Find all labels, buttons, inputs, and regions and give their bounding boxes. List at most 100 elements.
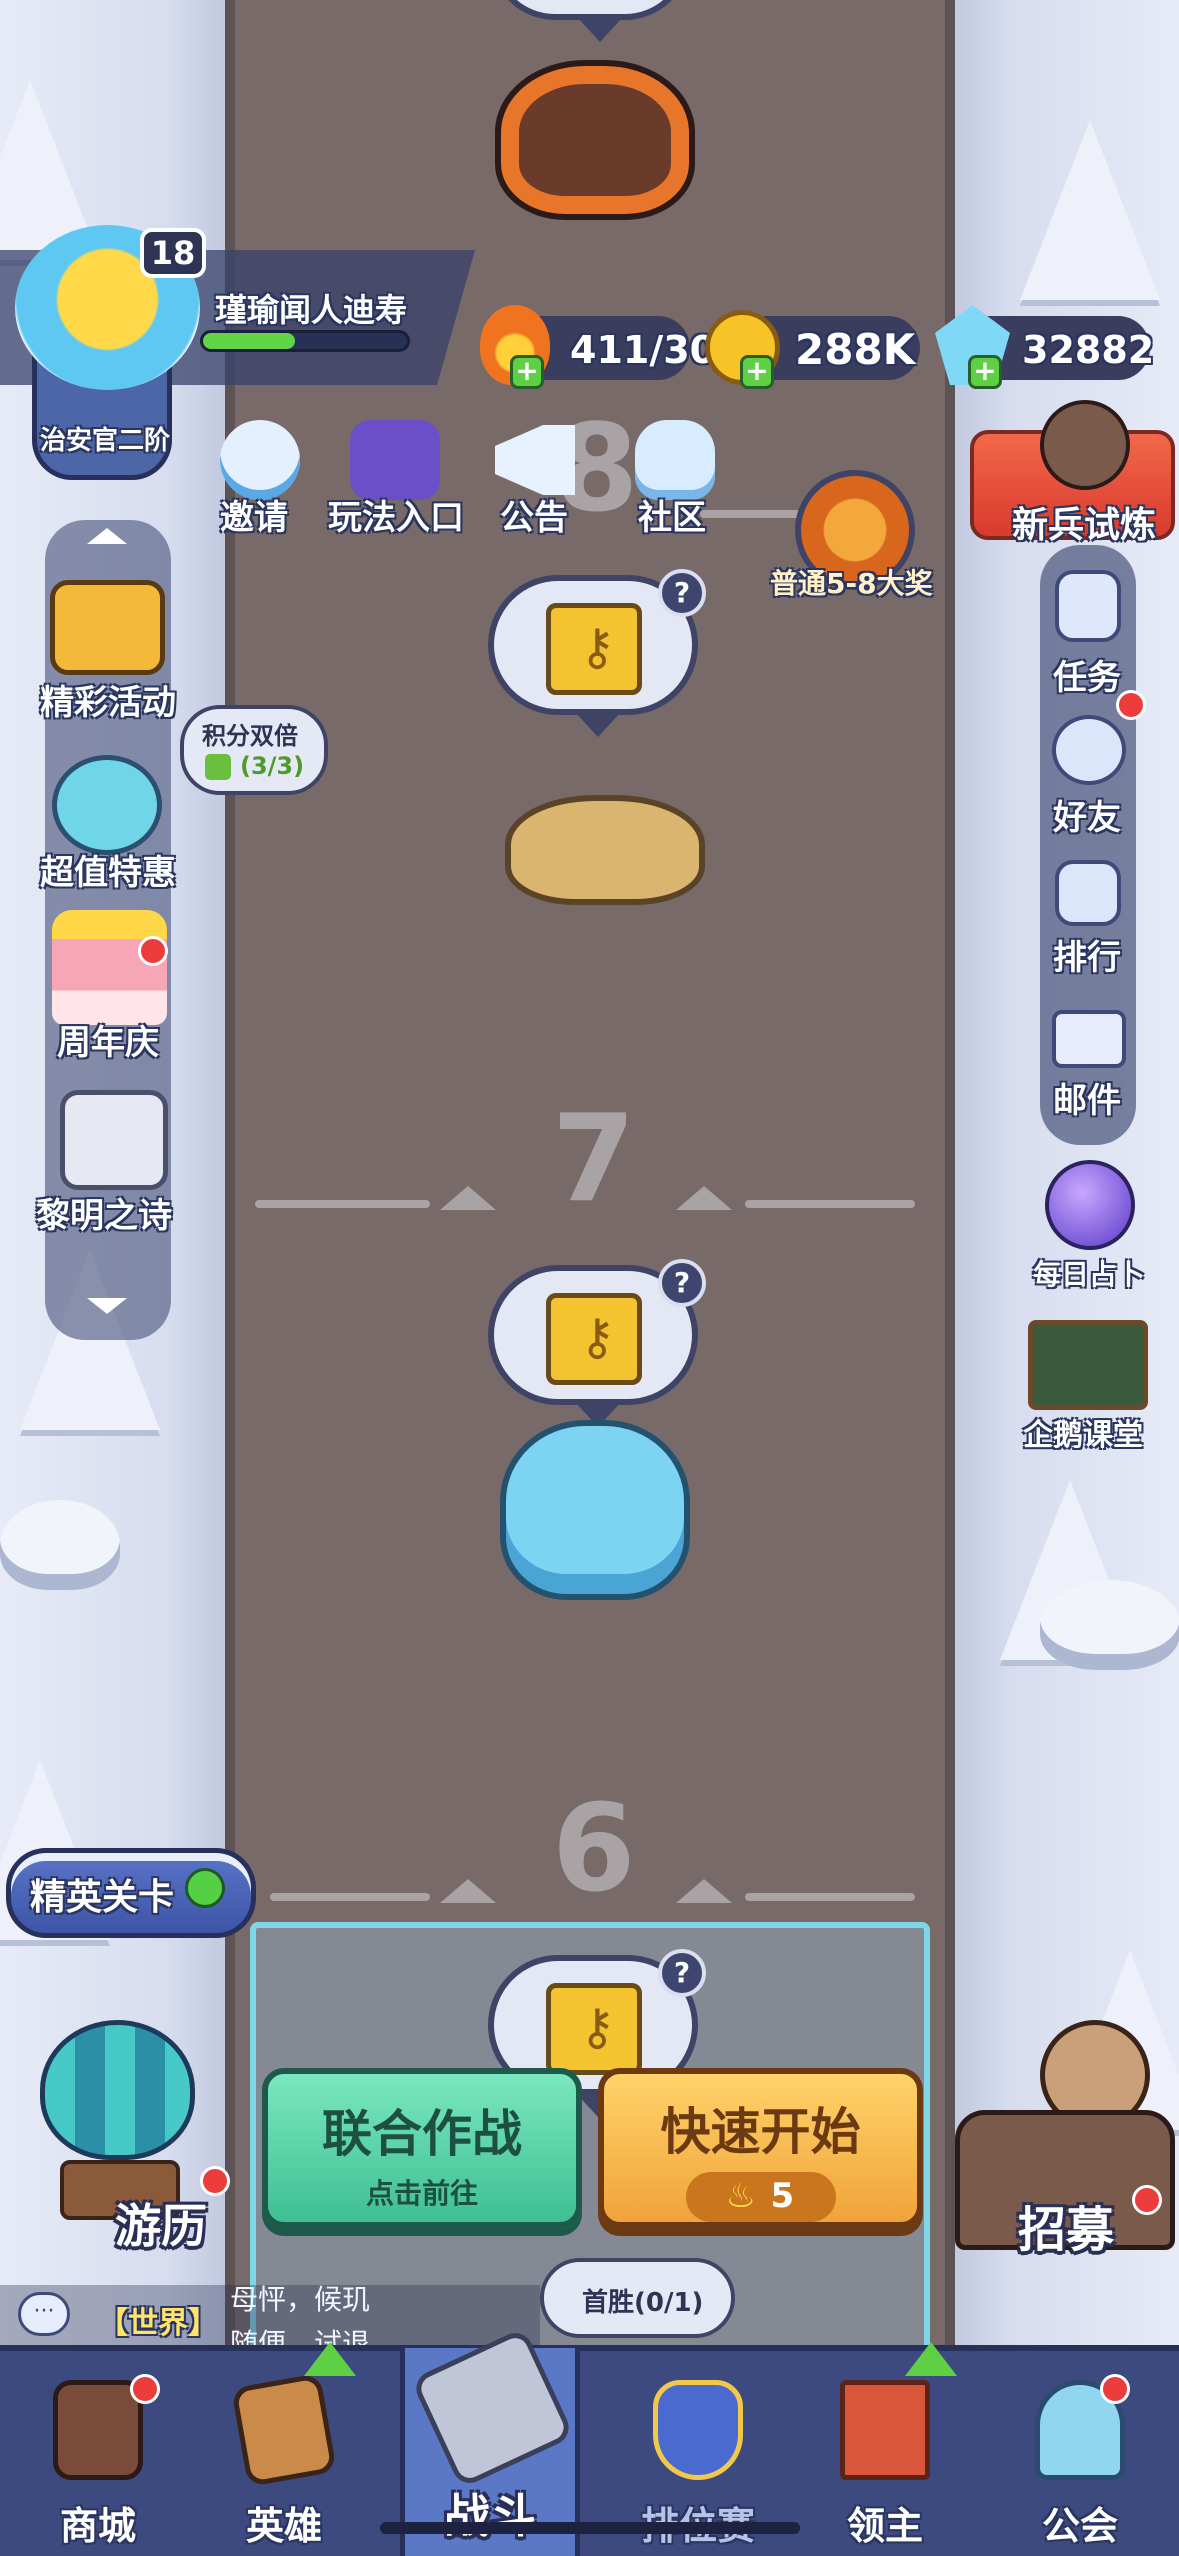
travel-label[interactable]: 游历 xyxy=(115,2190,207,2256)
events-label[interactable]: 精彩活动 xyxy=(8,675,208,724)
question-icon[interactable]: ? xyxy=(658,1949,706,1997)
stage-divider-right xyxy=(745,1200,915,1208)
gameplay-entry-label[interactable]: 玩法入口 xyxy=(328,490,464,539)
anniversary-label[interactable]: 周年庆 xyxy=(8,1015,208,1064)
community-label[interactable]: 社区 xyxy=(638,490,706,539)
shop-stall-icon xyxy=(53,2380,143,2480)
task-clipboard-icon[interactable] xyxy=(1055,570,1121,642)
key-reward-icon: ⚷ xyxy=(546,1983,642,2075)
sabertooth-monster[interactable] xyxy=(505,795,705,905)
reward-bubble[interactable]: ⚷ ? xyxy=(488,569,706,737)
player-name: 瑾瑜闻人迪寿 xyxy=(215,291,408,329)
stopwatch-icon[interactable] xyxy=(52,755,162,855)
community-icon[interactable] xyxy=(635,420,715,500)
add-stamina-button[interactable]: + xyxy=(510,355,544,389)
notification-dot xyxy=(138,936,168,966)
rank-title: 治安官二阶 xyxy=(39,426,170,456)
double-points-title: 积分双倍 xyxy=(202,722,298,750)
dawn-poem-label[interactable]: 黎明之诗 xyxy=(4,1188,204,1237)
scroll-down-icon[interactable] xyxy=(87,1298,127,1314)
stage-number: 6 xyxy=(552,1780,636,1919)
nav-lord-label: 领主 xyxy=(846,2504,923,2548)
mail-envelope-icon[interactable] xyxy=(1052,1010,1126,1068)
double-points-count: (3/3) xyxy=(240,752,305,780)
snowy-tree xyxy=(1020,120,1160,300)
ranking-podium-icon[interactable] xyxy=(1055,860,1121,926)
snow-rock xyxy=(0,1500,120,1590)
quick-start-cost: 5 xyxy=(770,2176,795,2216)
nav-shop-label: 商城 xyxy=(59,2504,136,2548)
stage-divider-left xyxy=(255,1200,430,1208)
treasure-chest-icon[interactable] xyxy=(50,580,165,675)
stamina-value: 411/30 xyxy=(570,328,717,372)
ice-golem-monster[interactable] xyxy=(500,1420,690,1600)
snow-rock xyxy=(1040,1580,1179,1670)
friends-icon[interactable] xyxy=(1052,715,1126,785)
tasks-label[interactable]: 任务 xyxy=(1053,650,1121,699)
flame-icon: ♨ xyxy=(725,2176,756,2216)
friends-label[interactable]: 好友 xyxy=(1053,790,1121,839)
upgrade-arrow-icon xyxy=(304,2342,356,2376)
coop-battle-button[interactable]: 联合作战 点击前往 xyxy=(262,2068,582,2228)
chat-message-line: 母怦，候玑 xyxy=(230,2283,371,2316)
player-level-badge: 18 xyxy=(140,228,206,278)
key-reward-icon: ⚷ xyxy=(546,603,642,695)
mail-label[interactable]: 邮件 xyxy=(1053,1073,1121,1122)
nav-guild-label: 公会 xyxy=(1041,2504,1118,2548)
stage-reward-label[interactable]: 普通5-8大奖 xyxy=(770,562,933,602)
nav-battle-label: 战斗 xyxy=(444,2489,536,2543)
lava-golem-monster[interactable] xyxy=(495,60,695,220)
quick-start-cost-pill: ♨ 5 xyxy=(685,2172,836,2222)
nav-shop[interactable]: 商城 xyxy=(18,2370,178,2550)
gamepad-icon[interactable] xyxy=(350,420,440,500)
rookie-trial-label[interactable]: 新兵试炼 xyxy=(1012,496,1156,548)
question-icon[interactable]: ? xyxy=(658,1259,706,1307)
building-icon[interactable] xyxy=(60,1090,168,1190)
notification-dot xyxy=(130,2374,160,2404)
ranking-label[interactable]: 排行 xyxy=(1053,930,1121,979)
key-reward-icon: ⚷ xyxy=(546,1293,642,1385)
hot-air-balloon-icon[interactable] xyxy=(40,2020,195,2160)
penguin-class-label[interactable]: 企鹅课堂 xyxy=(1023,1410,1143,1454)
nav-lord[interactable]: 领主 xyxy=(805,2342,965,2550)
coop-battle-subtitle: 点击前往 xyxy=(365,2177,478,2210)
nav-guild[interactable]: 公会 xyxy=(1000,2370,1160,2550)
chat-channel[interactable]: 【世界】 xyxy=(98,2298,218,2342)
coop-battle-title: 联合作战 xyxy=(322,2105,522,2163)
stage-divider-peak xyxy=(676,1186,732,1210)
daily-fortune-label[interactable]: 每日占卜 xyxy=(1033,1253,1145,1293)
reward-bubble[interactable]: ⚷ ? xyxy=(488,1259,706,1427)
nav-battle[interactable]: 战斗 xyxy=(410,2327,575,2543)
gold-value: 288K xyxy=(795,325,916,374)
xp-bar-fill xyxy=(203,333,295,349)
quick-start-button[interactable]: 快速开始 ♨ 5 xyxy=(598,2068,923,2228)
recruit-label[interactable]: 招募 xyxy=(1018,2190,1114,2260)
stage-divider xyxy=(700,510,800,518)
lord-banner-icon xyxy=(840,2380,930,2480)
crossed-weapons-icon xyxy=(410,2327,575,2489)
first-win-label: 首胜(0/1) xyxy=(582,2288,704,2318)
stage-divider-right xyxy=(745,1893,915,1901)
question-icon[interactable]: ? xyxy=(658,569,706,617)
gems-value: 32882 xyxy=(1022,328,1155,372)
quick-start-title: 快速开始 xyxy=(660,2103,861,2161)
stage-divider-peak xyxy=(440,1879,496,1903)
nav-heroes[interactable]: 英雄 xyxy=(204,2342,364,2550)
crystal-ball-icon[interactable] xyxy=(1045,1160,1135,1250)
chat-icon[interactable]: ··· xyxy=(18,2292,70,2336)
scroll-up-icon[interactable] xyxy=(87,528,127,544)
deals-label[interactable]: 超值特惠 xyxy=(8,845,208,894)
refresh-icon[interactable] xyxy=(185,1868,225,1908)
add-gems-button[interactable]: + xyxy=(968,355,1002,389)
anniversary-cake-icon[interactable] xyxy=(52,910,167,1025)
notice-label[interactable]: 公告 xyxy=(500,490,568,539)
snowman-invite-icon[interactable] xyxy=(220,420,300,500)
ticket-icon xyxy=(205,754,231,780)
home-indicator xyxy=(380,2522,800,2534)
elite-stage-label[interactable]: 精英关卡 xyxy=(30,1868,174,1920)
add-gold-button[interactable]: + xyxy=(740,355,774,389)
penguin-class-board-icon[interactable] xyxy=(1028,1320,1148,1410)
invite-label[interactable]: 邀请 xyxy=(220,490,288,539)
xp-bar xyxy=(200,330,410,352)
stage-number: 7 xyxy=(552,1090,636,1229)
